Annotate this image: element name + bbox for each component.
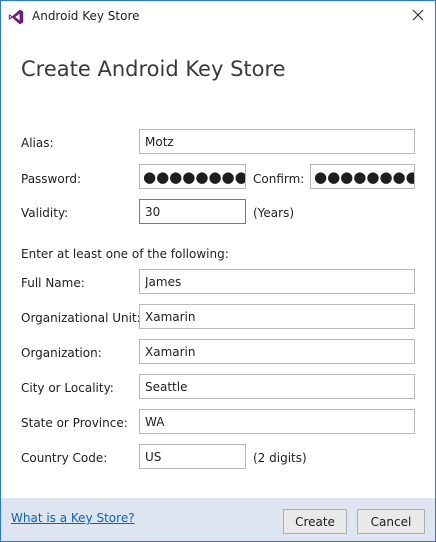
city-label: City or Locality: [21, 381, 114, 395]
password-input[interactable] [139, 164, 246, 189]
close-icon [412, 9, 424, 24]
validity-input[interactable] [139, 199, 246, 224]
organization-label: Organization: [21, 346, 102, 360]
page-title: Create Android Key Store [21, 57, 286, 81]
state-label: State or Province: [21, 416, 128, 430]
validity-label: Validity: [21, 206, 69, 220]
full-name-input[interactable] [139, 269, 415, 294]
organization-input[interactable] [139, 339, 415, 364]
country-code-hint: (2 digits) [253, 451, 307, 465]
confirm-label: Confirm: [253, 172, 305, 186]
city-input[interactable] [139, 374, 415, 399]
footer-bar: What is a Key Store? Create Cancel [1, 498, 435, 541]
create-button[interactable]: Create [283, 509, 347, 534]
full-name-label: Full Name: [21, 276, 85, 290]
title-bar: Android Key Store [1, 1, 435, 31]
instruction-text: Enter at least one of the following: [21, 247, 229, 261]
alias-label: Alias: [21, 136, 54, 150]
state-input[interactable] [139, 409, 415, 434]
country-code-label: Country Code: [21, 451, 108, 465]
cancel-button[interactable]: Cancel [357, 509, 425, 534]
what-is-key-store-link[interactable]: What is a Key Store? [11, 511, 135, 525]
window-title: Android Key Store [32, 9, 140, 23]
alias-input[interactable] [139, 129, 415, 154]
validity-unit-label: (Years) [253, 206, 295, 220]
visual-studio-icon [8, 9, 24, 25]
dialog-window: Android Key Store Create Android Key Sto… [0, 0, 436, 542]
org-unit-label: Organizational Unit: [21, 311, 141, 325]
confirm-password-input[interactable] [310, 164, 415, 189]
password-label: Password: [21, 172, 82, 186]
close-button[interactable] [401, 1, 435, 31]
country-code-input[interactable] [139, 444, 246, 469]
org-unit-input[interactable] [139, 304, 415, 329]
